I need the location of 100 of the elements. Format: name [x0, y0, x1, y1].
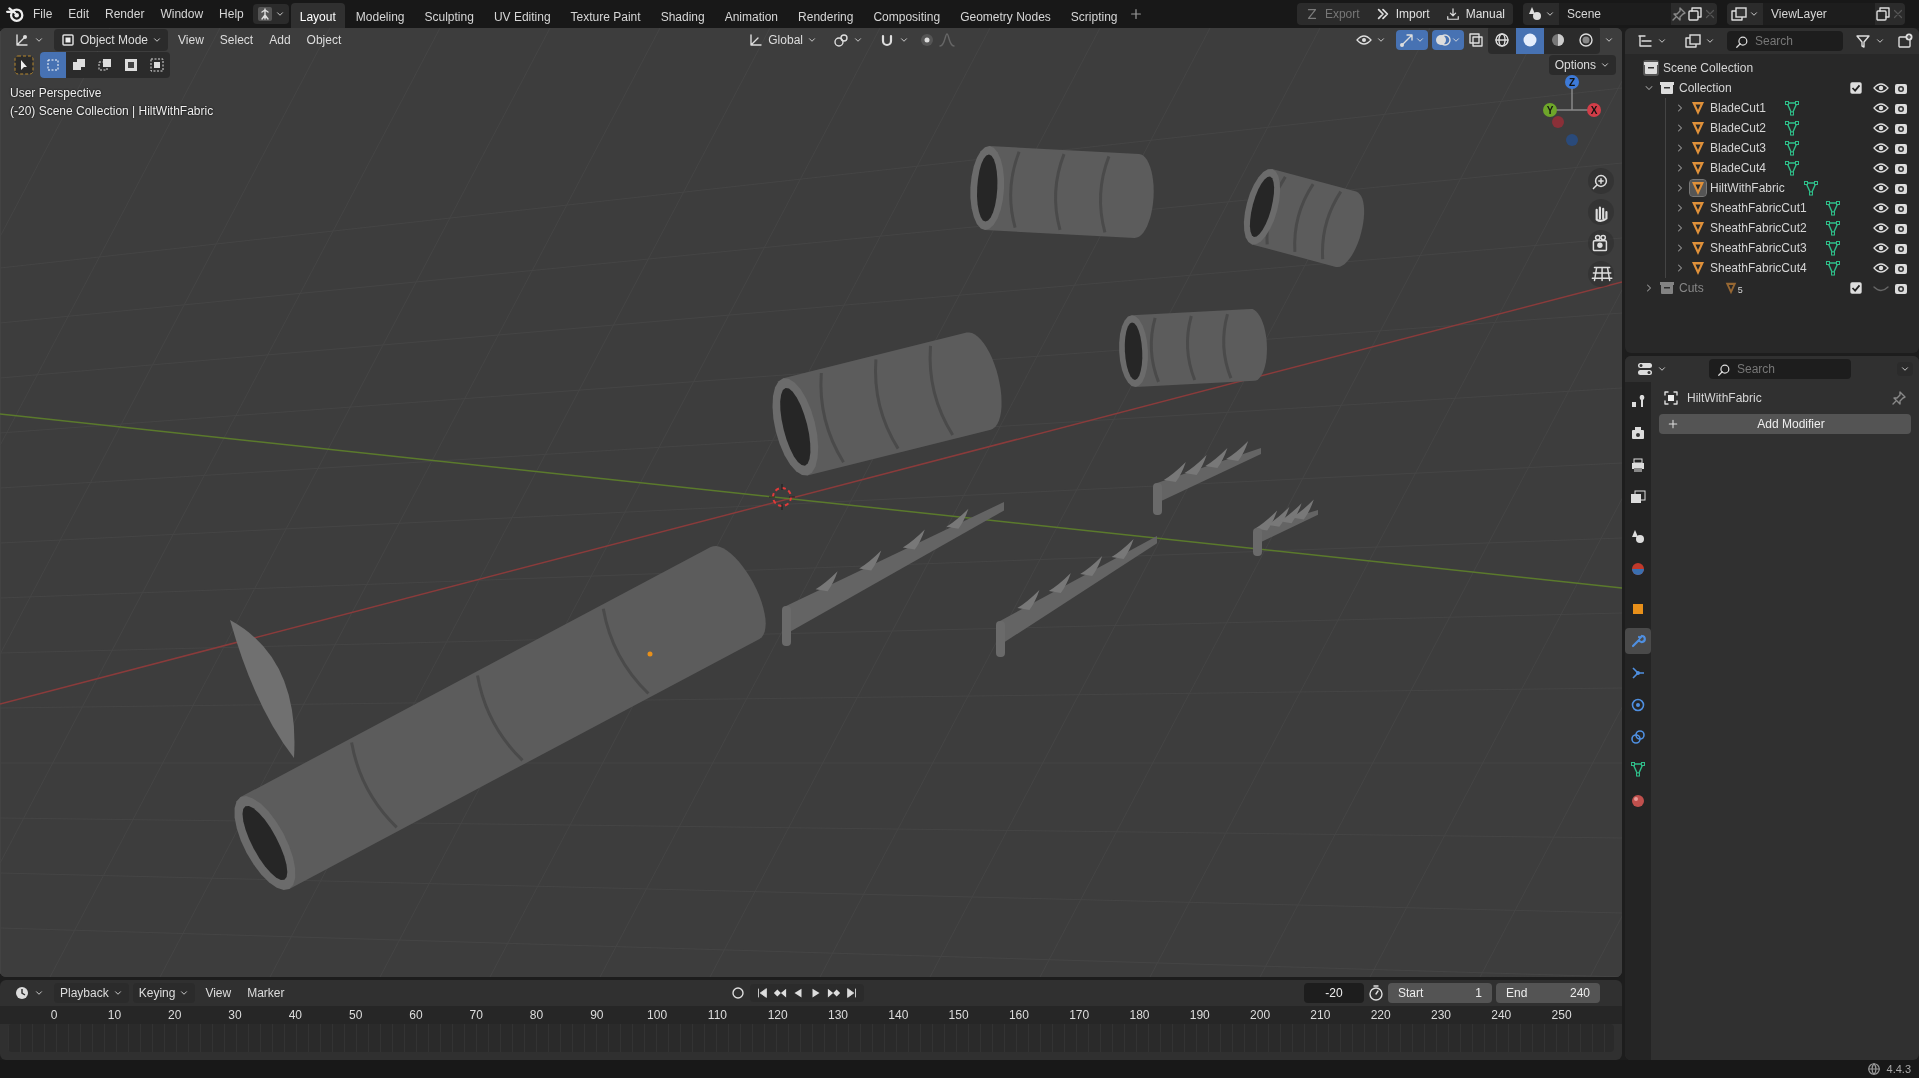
- eye-icon[interactable]: [1873, 200, 1889, 216]
- mesh-data-icon[interactable]: [1824, 200, 1841, 216]
- workspace-tab[interactable]: Compositing: [864, 2, 950, 30]
- scene-collection-name[interactable]: Scene Collection: [1663, 61, 1754, 75]
- jump-start-icon[interactable]: [755, 986, 770, 1000]
- object-name[interactable]: HiltWithFabric: [1710, 181, 1785, 195]
- object-name[interactable]: BladeCut3: [1710, 141, 1767, 155]
- menu-item[interactable]: Object: [300, 30, 348, 50]
- search-field[interactable]: Search: [1709, 359, 1851, 379]
- new-collection-icon[interactable]: [1897, 33, 1913, 49]
- camera-icon[interactable]: [1588, 230, 1614, 256]
- menu-item[interactable]: Add: [263, 30, 297, 50]
- workspace-tab[interactable]: Sculpting: [415, 2, 483, 30]
- mesh-data-icon[interactable]: [1802, 180, 1819, 196]
- eye-icon[interactable]: [1873, 80, 1889, 96]
- eye-icon[interactable]: [1873, 140, 1889, 156]
- eye-icon[interactable]: [1873, 120, 1889, 136]
- mesh-data-icon[interactable]: [1824, 220, 1841, 236]
- workspace-tab[interactable]: Animation: [715, 2, 788, 30]
- mesh-data-icon[interactable]: [1784, 160, 1801, 176]
- mesh-object-icon[interactable]: [1690, 220, 1706, 236]
- options-dropdown[interactable]: Options: [1548, 55, 1616, 75]
- import-button[interactable]: Import: [1367, 3, 1438, 25]
- eye-icon[interactable]: [1873, 100, 1889, 116]
- manual-button[interactable]: Manual: [1437, 3, 1513, 25]
- wrench-icon[interactable]: [1625, 628, 1651, 654]
- object-name[interactable]: SheathFabricCut2: [1710, 221, 1807, 235]
- mesh-data-icon[interactable]: [1784, 100, 1801, 116]
- grid-icon[interactable]: [1588, 261, 1614, 287]
- start-frame-field[interactable]: Start 1: [1388, 983, 1492, 1003]
- workspace-tab[interactable]: Shading: [651, 2, 714, 30]
- mesh-data-icon[interactable]: [1784, 140, 1801, 156]
- eye-icon[interactable]: [1873, 160, 1889, 176]
- duplicate-icon[interactable]: [1687, 6, 1703, 22]
- select-tool-icon[interactable]: [14, 55, 34, 75]
- workspace-tab[interactable]: Rendering: [789, 2, 863, 30]
- previous-key-icon[interactable]: [773, 986, 788, 1000]
- mode-dropdown[interactable]: Object Mode: [54, 29, 169, 51]
- workspace-dropdown[interactable]: [252, 4, 289, 24]
- mesh-object-icon[interactable]: [1690, 160, 1706, 176]
- eye-icon[interactable]: [1873, 220, 1889, 236]
- add-icon[interactable]: [1128, 7, 1143, 21]
- menu-item[interactable]: Window: [153, 3, 211, 25]
- gizmo-button[interactable]: [1396, 30, 1428, 50]
- collection-name[interactable]: Cuts: [1679, 281, 1704, 295]
- object-name[interactable]: BladeCut2: [1710, 121, 1767, 135]
- menu-item[interactable]: View: [172, 30, 210, 50]
- workspace-tab[interactable]: Scripting: [1061, 2, 1127, 30]
- collection-name[interactable]: Collection: [1679, 81, 1732, 95]
- mesh-object-icon[interactable]: [1690, 120, 1706, 136]
- mesh-object-icon[interactable]: [1690, 100, 1706, 116]
- logo-icon[interactable]: [6, 5, 24, 23]
- mesh-data-icon[interactable]: [1824, 260, 1841, 276]
- menu-item[interactable]: Help: [212, 3, 251, 25]
- stopwatch-icon[interactable]: [1368, 985, 1384, 1001]
- checked-checkbox-icon[interactable]: [1849, 281, 1863, 295]
- axis-dot[interactable]: [1552, 116, 1564, 128]
- target-icon[interactable]: [918, 32, 935, 48]
- pin-icon[interactable]: [1671, 6, 1687, 22]
- options-dropdown[interactable]: [1897, 362, 1913, 376]
- menu-item[interactable]: File: [26, 3, 60, 25]
- menu-item[interactable]: Edit: [61, 3, 97, 25]
- object-name[interactable]: SheathFabricCut1: [1710, 201, 1807, 215]
- duplicate-icon[interactable]: [1875, 6, 1891, 22]
- end-frame-field[interactable]: End 240: [1496, 983, 1600, 1003]
- mesh-object-icon[interactable]: [1690, 200, 1706, 216]
- eye-icon[interactable]: [1873, 260, 1889, 276]
- menu-item[interactable]: View: [199, 983, 238, 1003]
- workspace-tab[interactable]: Texture Paint: [561, 2, 650, 30]
- mesh-object-icon[interactable]: [1690, 240, 1706, 256]
- mesh-object-icon[interactable]: [1690, 180, 1706, 196]
- next-key-icon[interactable]: [827, 986, 842, 1000]
- mesh-data-icon[interactable]: [1784, 120, 1801, 136]
- workspace-tab[interactable]: Layout: [290, 2, 345, 30]
- eye-icon[interactable]: [1873, 180, 1889, 196]
- menu-dropdown[interactable]: Playback: [54, 983, 129, 1003]
- orientation-dropdown[interactable]: Global: [742, 29, 823, 51]
- record-icon[interactable]: [730, 985, 747, 1001]
- axis-dot[interactable]: [1566, 134, 1578, 146]
- overlay-button[interactable]: [1432, 30, 1464, 50]
- object-name[interactable]: SheathFabricCut4: [1710, 261, 1807, 275]
- mesh-data-icon[interactable]: [1824, 240, 1841, 256]
- hand-icon[interactable]: [1588, 199, 1614, 225]
- object-name[interactable]: BladeCut4: [1710, 161, 1767, 175]
- add-modifier-button[interactable]: Add Modifier: [1659, 414, 1911, 434]
- search-field[interactable]: Search: [1727, 31, 1843, 51]
- view-layer-name-field[interactable]: ViewLayer: [1763, 3, 1875, 25]
- current-frame-field[interactable]: -20: [1304, 983, 1364, 1003]
- menu-item[interactable]: Marker: [241, 983, 291, 1003]
- object-name[interactable]: SheathFabricCut3: [1710, 241, 1807, 255]
- mesh-object-icon[interactable]: [1690, 260, 1706, 276]
- menu-item[interactable]: Render: [98, 3, 152, 25]
- eye-icon[interactable]: [1873, 240, 1889, 256]
- zoom-icon[interactable]: [1588, 168, 1614, 194]
- workspace-tab[interactable]: Geometry Nodes: [951, 2, 1060, 30]
- mesh-object-icon[interactable]: [1690, 140, 1706, 156]
- scene-name-field[interactable]: Scene: [1559, 3, 1671, 25]
- pin-icon[interactable]: [1891, 390, 1907, 406]
- xray-icon[interactable]: [1468, 32, 1484, 48]
- menu-dropdown[interactable]: Keying: [132, 983, 196, 1003]
